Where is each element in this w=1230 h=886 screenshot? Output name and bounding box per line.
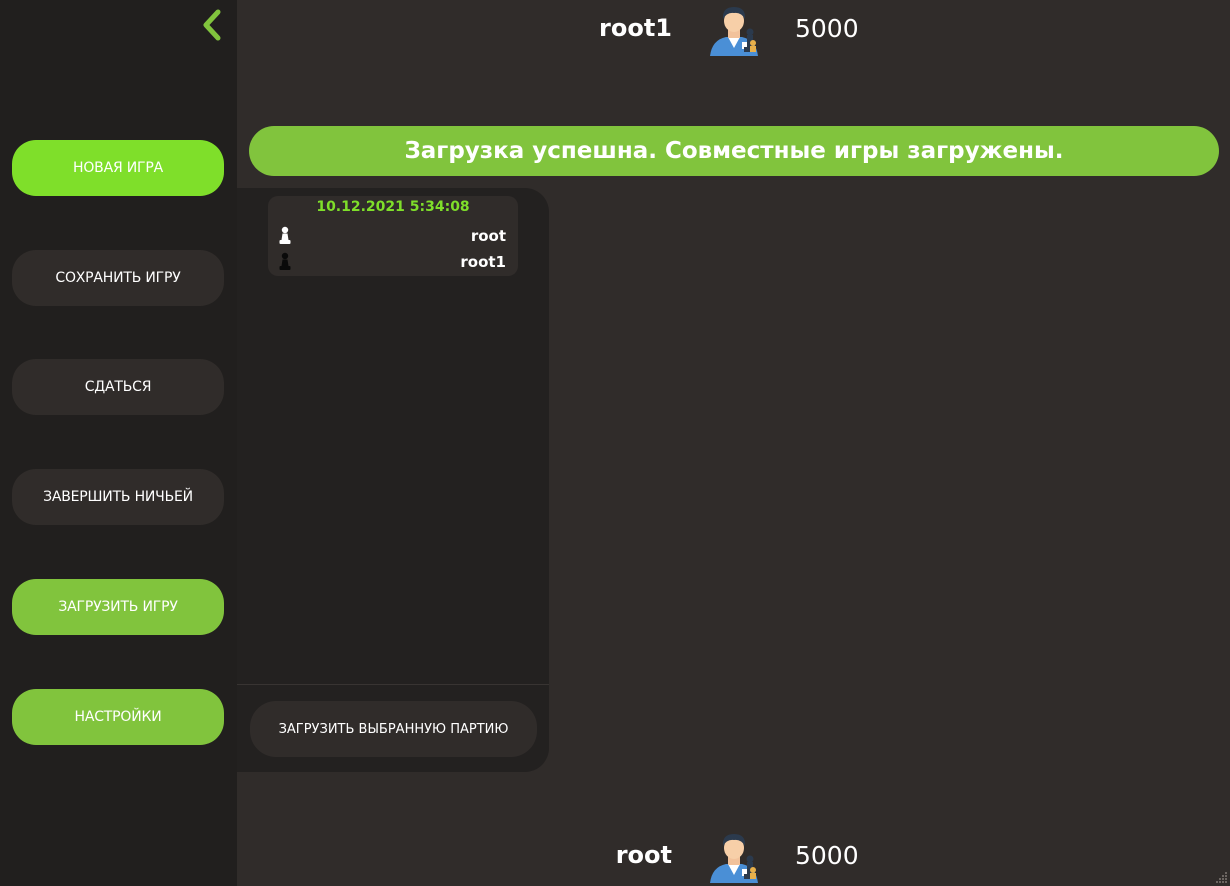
saved-game-item[interactable]: 10.12.2021 5:34:08 root root1 [268,196,518,276]
load-selected-game-button[interactable]: ЗАГРУЗИТЬ ВЫБРАННУЮ ПАРТИЮ [250,701,537,757]
bottom-player-bar: root 5000 [560,829,890,885]
saved-games-panel: 10.12.2021 5:34:08 root root1 ЗАГРУЗИТЬ … [237,188,549,772]
load-game-button[interactable]: ЗАГРУЗИТЬ ИГРУ [12,579,224,635]
top-player-bar: root1 5000 [560,2,890,58]
black-player-row: root1 [278,251,506,273]
save-game-button[interactable]: СОХРАНИТЬ ИГРУ [12,250,224,306]
settings-button[interactable]: НАСТРОЙКИ [12,689,224,745]
white-pawn-icon [279,226,291,244]
chess-player-avatar-icon [710,834,758,883]
chess-player-avatar-icon [710,7,758,56]
chevron-left-icon [203,9,221,41]
black-player-name: root1 [460,253,506,271]
new-game-button[interactable]: НОВАЯ ИГРА [12,140,224,196]
black-pawn-icon [279,252,291,270]
panel-divider [237,684,549,685]
bottom-player-name: root [615,841,672,869]
game-date: 10.12.2021 5:34:08 [316,199,470,215]
resize-grip-icon[interactable] [1214,870,1228,884]
top-player-name: root1 [599,14,672,42]
status-notice-text: Загрузка успешна. Совместные игры загруж… [404,138,1064,164]
bottom-player-rating: 5000 [795,841,859,870]
sidebar: НОВАЯ ИГРА СОХРАНИТЬ ИГРУ СДАТЬСЯ ЗАВЕРШ… [0,0,237,886]
white-player-name: root [470,227,506,245]
top-player-rating: 5000 [795,14,859,43]
collapse-sidebar-button[interactable] [198,8,226,42]
white-player-row: root [278,225,506,247]
status-notice: Загрузка успешна. Совместные игры загруж… [249,126,1219,176]
resign-button[interactable]: СДАТЬСЯ [12,359,224,415]
offer-draw-button[interactable]: ЗАВЕРШИТЬ НИЧЬЕЙ [12,469,224,525]
